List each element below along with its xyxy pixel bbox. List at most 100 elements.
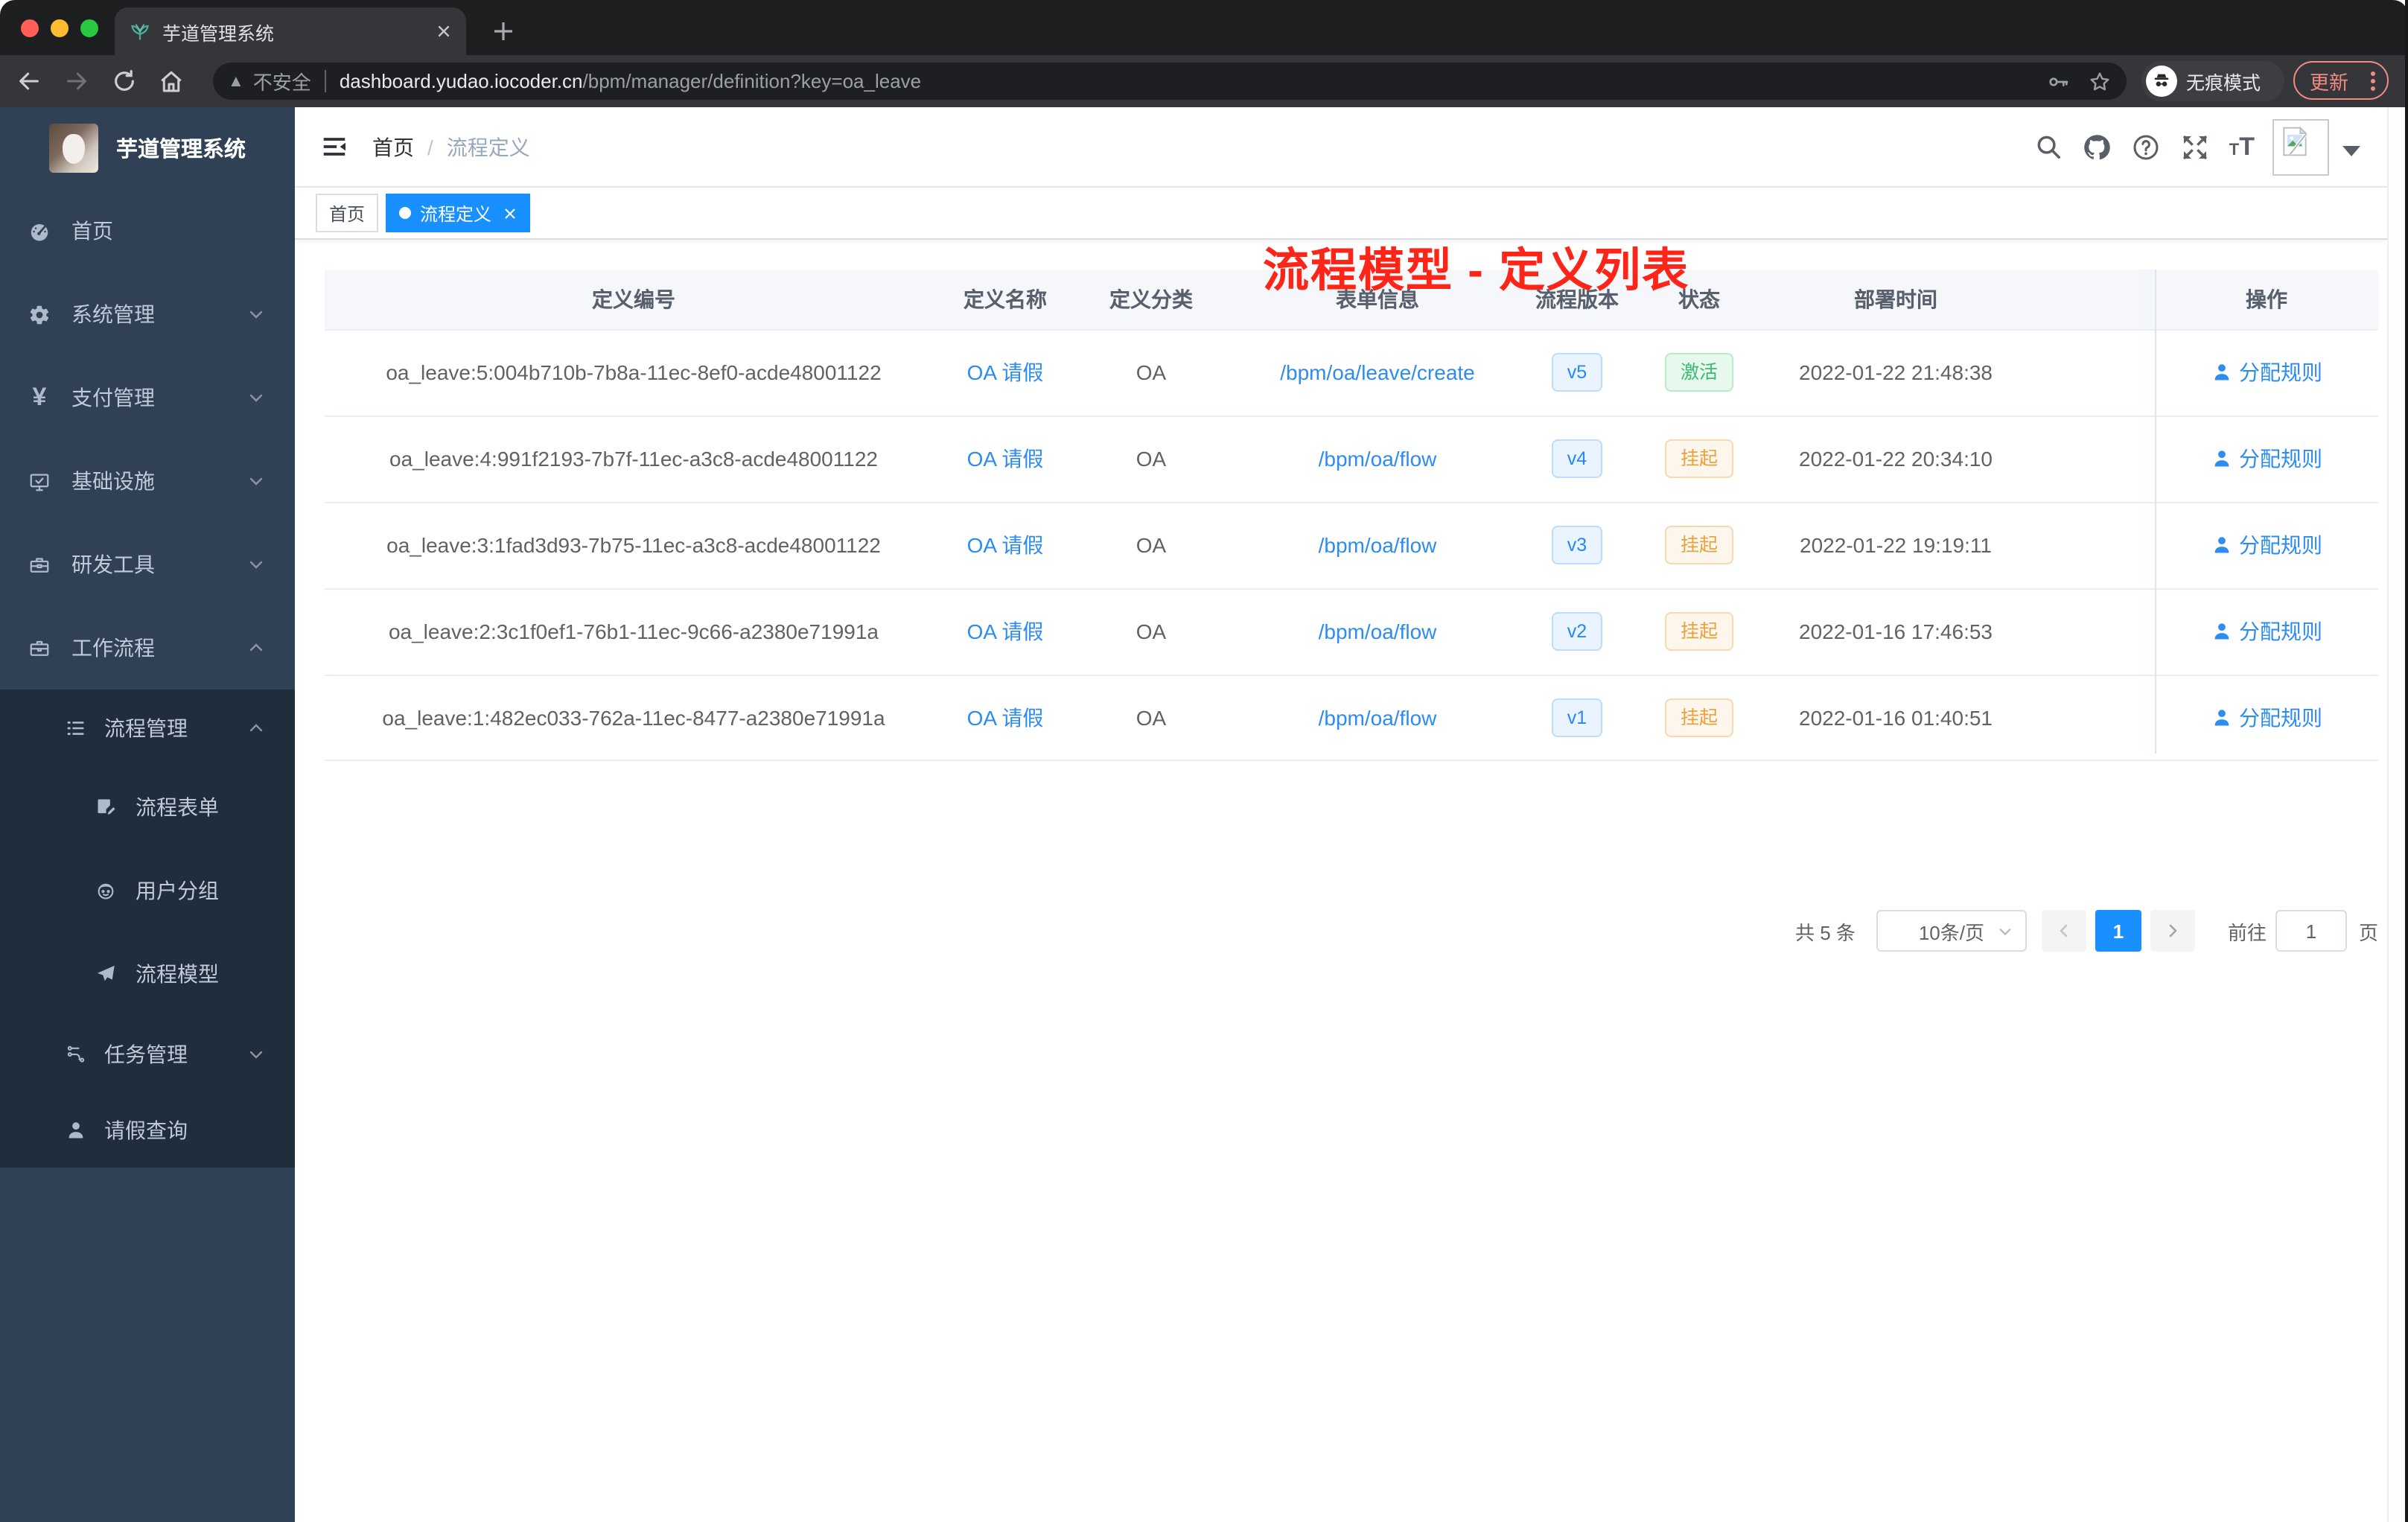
favicon-plant-icon — [130, 21, 150, 42]
browser-tab[interactable]: 芋道管理系统 — [115, 7, 466, 55]
version-cell: v5 — [1520, 353, 1634, 392]
sidebar-item-label: 研发工具 — [71, 553, 155, 576]
help-icon[interactable] — [2131, 132, 2161, 162]
definition-name-link[interactable]: OA 请假 — [943, 703, 1068, 733]
form-link[interactable]: /bpm/oa/flow — [1235, 533, 1520, 557]
version-badge: v3 — [1552, 526, 1602, 565]
bookmark-star-icon[interactable] — [2088, 69, 2112, 93]
goto-page-input[interactable] — [2275, 910, 2347, 952]
form-link[interactable]: /bpm/oa/leave/create — [1235, 361, 1520, 385]
home-icon[interactable] — [152, 62, 191, 101]
form-link[interactable]: /bpm/oa/flow — [1235, 448, 1520, 471]
form-link[interactable]: /bpm/oa/flow — [1235, 706, 1520, 730]
forward-icon[interactable] — [57, 62, 95, 101]
definition-category: OA — [1135, 620, 1167, 644]
reload-icon[interactable] — [104, 62, 143, 101]
app-header: 首页 / 流程定义 TT — [295, 107, 2387, 188]
tab-strip: 芋道管理系统 — [0, 0, 2408, 55]
select-caret-icon — [1997, 923, 2013, 939]
tag-process-definition[interactable]: 流程定义 — [386, 194, 531, 232]
next-page-button[interactable] — [2150, 910, 2195, 952]
tab-close-icon[interactable] — [436, 24, 451, 39]
assign-rule-link[interactable]: 分配规则 — [2211, 703, 2322, 733]
deploy-time: 2022-01-16 01:40:51 — [1799, 706, 1993, 730]
avatar[interactable] — [2272, 118, 2329, 175]
back-icon[interactable] — [9, 62, 48, 101]
browser-scrollbar[interactable] — [2387, 107, 2407, 1522]
assign-rule-link[interactable]: 分配规则 — [2211, 530, 2322, 560]
definition-name-link[interactable]: OA 请假 — [943, 445, 1068, 474]
sidebar-item-process-form[interactable]: 流程表单 — [0, 765, 295, 849]
browser-update-button[interactable]: 更新 — [2293, 61, 2389, 100]
url-path: /bpm/manager/definition?key=oa_leave — [582, 70, 922, 92]
breadcrumb-home[interactable]: 首页 — [372, 132, 414, 162]
screen: 芋道管理系统 ▲ 不安全 dashboard.yudao.iocoder.cn … — [0, 0, 2408, 1522]
definition-id: oa_leave:2:3c1f0ef1-76b1-11ec-9c66-a2380… — [388, 620, 879, 644]
fixed-column-divider — [2154, 270, 2156, 753]
version-badge: v1 — [1552, 698, 1602, 737]
status-badge: 挂起 — [1665, 698, 1733, 737]
window-zoom-button[interactable] — [80, 19, 98, 37]
action-cell: 分配规则 — [2155, 445, 2378, 474]
browser-menu-icon[interactable] — [2371, 68, 2375, 93]
sidebar-item-task-management[interactable]: 任务管理 — [0, 1016, 295, 1092]
update-label: 更新 — [2310, 71, 2349, 93]
definition-name-link[interactable]: OA 请假 — [943, 358, 1068, 388]
fullscreen-icon[interactable] — [2180, 132, 2210, 162]
password-key-icon[interactable] — [2046, 69, 2070, 93]
sidebar-item-payment[interactable]: ¥ 支付管理 — [0, 356, 295, 439]
sidebar-item-leave-query[interactable]: 请假查询 — [0, 1092, 295, 1168]
sidebar-item-label: 流程表单 — [136, 795, 219, 819]
prev-page-button[interactable] — [2041, 910, 2086, 952]
definition-name-link[interactable]: OA 请假 — [943, 530, 1068, 560]
table-row: oa_leave:3:1fad3d93-7b75-11ec-a3c8-acde4… — [325, 503, 2378, 590]
search-icon[interactable] — [2034, 133, 2063, 161]
user-icon — [2214, 537, 2229, 553]
url-host: dashboard.yudao.iocoder.cn — [339, 70, 583, 92]
column-header: 定义编号 — [592, 287, 675, 311]
definition-id: oa_leave:1:482ec033-762a-11ec-8477-a2380… — [382, 706, 885, 730]
tree-icon — [66, 1043, 86, 1064]
header-actions: TT — [2015, 107, 2360, 186]
sidebar-item-workflow[interactable]: 工作流程 — [0, 606, 295, 690]
sidebar-item-home[interactable]: 首页 — [0, 189, 295, 273]
assign-rule-link[interactable]: 分配规则 — [2211, 617, 2322, 646]
github-icon[interactable] — [2082, 132, 2112, 162]
status-cell: 激活 — [1634, 353, 1765, 392]
form-link[interactable]: /bpm/oa/flow — [1235, 620, 1520, 643]
assign-rule-link[interactable]: 分配规则 — [2211, 445, 2322, 474]
font-size-icon[interactable]: TT — [2229, 132, 2255, 162]
new-tab-button[interactable] — [487, 15, 520, 48]
tag-home[interactable]: 首页 — [316, 194, 379, 232]
gear-icon — [28, 303, 51, 325]
breadcrumb-current: 流程定义 — [446, 135, 530, 159]
column-header: 定义分类 — [1109, 287, 1193, 311]
sidebar-item-process-management[interactable]: 流程管理 — [0, 690, 295, 765]
collapse-sidebar-icon[interactable] — [320, 133, 348, 161]
sidebar-item-label: 用户分组 — [136, 879, 219, 902]
security-label[interactable]: 不安全 — [253, 67, 311, 95]
paper-plane-icon — [95, 964, 116, 984]
table-row: oa_leave:5:004b710b-7b8a-11ec-8ef0-acde4… — [325, 331, 2378, 417]
deploy-time: 2022-01-22 20:34:10 — [1799, 447, 1993, 471]
sidebar-item-user-group[interactable]: 用户分组 — [0, 849, 295, 932]
sidebar-item-devtools[interactable]: 研发工具 — [0, 523, 295, 606]
window-minimize-button[interactable] — [51, 19, 69, 37]
address-bar[interactable]: ▲ 不安全 dashboard.yudao.iocoder.cn/bpm/man… — [213, 63, 2127, 100]
definition-name-link[interactable]: OA 请假 — [943, 617, 1068, 646]
chevron-up-icon — [247, 719, 265, 736]
tag-close-icon[interactable] — [503, 206, 517, 220]
sidebar-item-process-model[interactable]: 流程模型 — [0, 932, 295, 1016]
sidebar-item-label: 任务管理 — [104, 1042, 188, 1066]
tag-label: 流程定义 — [420, 203, 492, 224]
page-number-current[interactable]: 1 — [2095, 910, 2141, 952]
table-row: oa_leave:4:991f2193-7b7f-11ec-a3c8-acde4… — [325, 416, 2378, 503]
window-close-button[interactable] — [21, 19, 39, 37]
page-size-select[interactable]: 10条/页 — [1876, 910, 2027, 952]
sidebar-item-system[interactable]: 系统管理 — [0, 273, 295, 356]
dashboard-icon — [28, 220, 51, 242]
sidebar-item-infra[interactable]: 基础设施 — [0, 439, 295, 523]
assign-rule-link[interactable]: 分配规则 — [2211, 358, 2322, 388]
sidebar-logo[interactable]: 芋道管理系统 — [0, 107, 295, 189]
avatar-dropdown-caret-icon[interactable] — [2342, 146, 2360, 156]
